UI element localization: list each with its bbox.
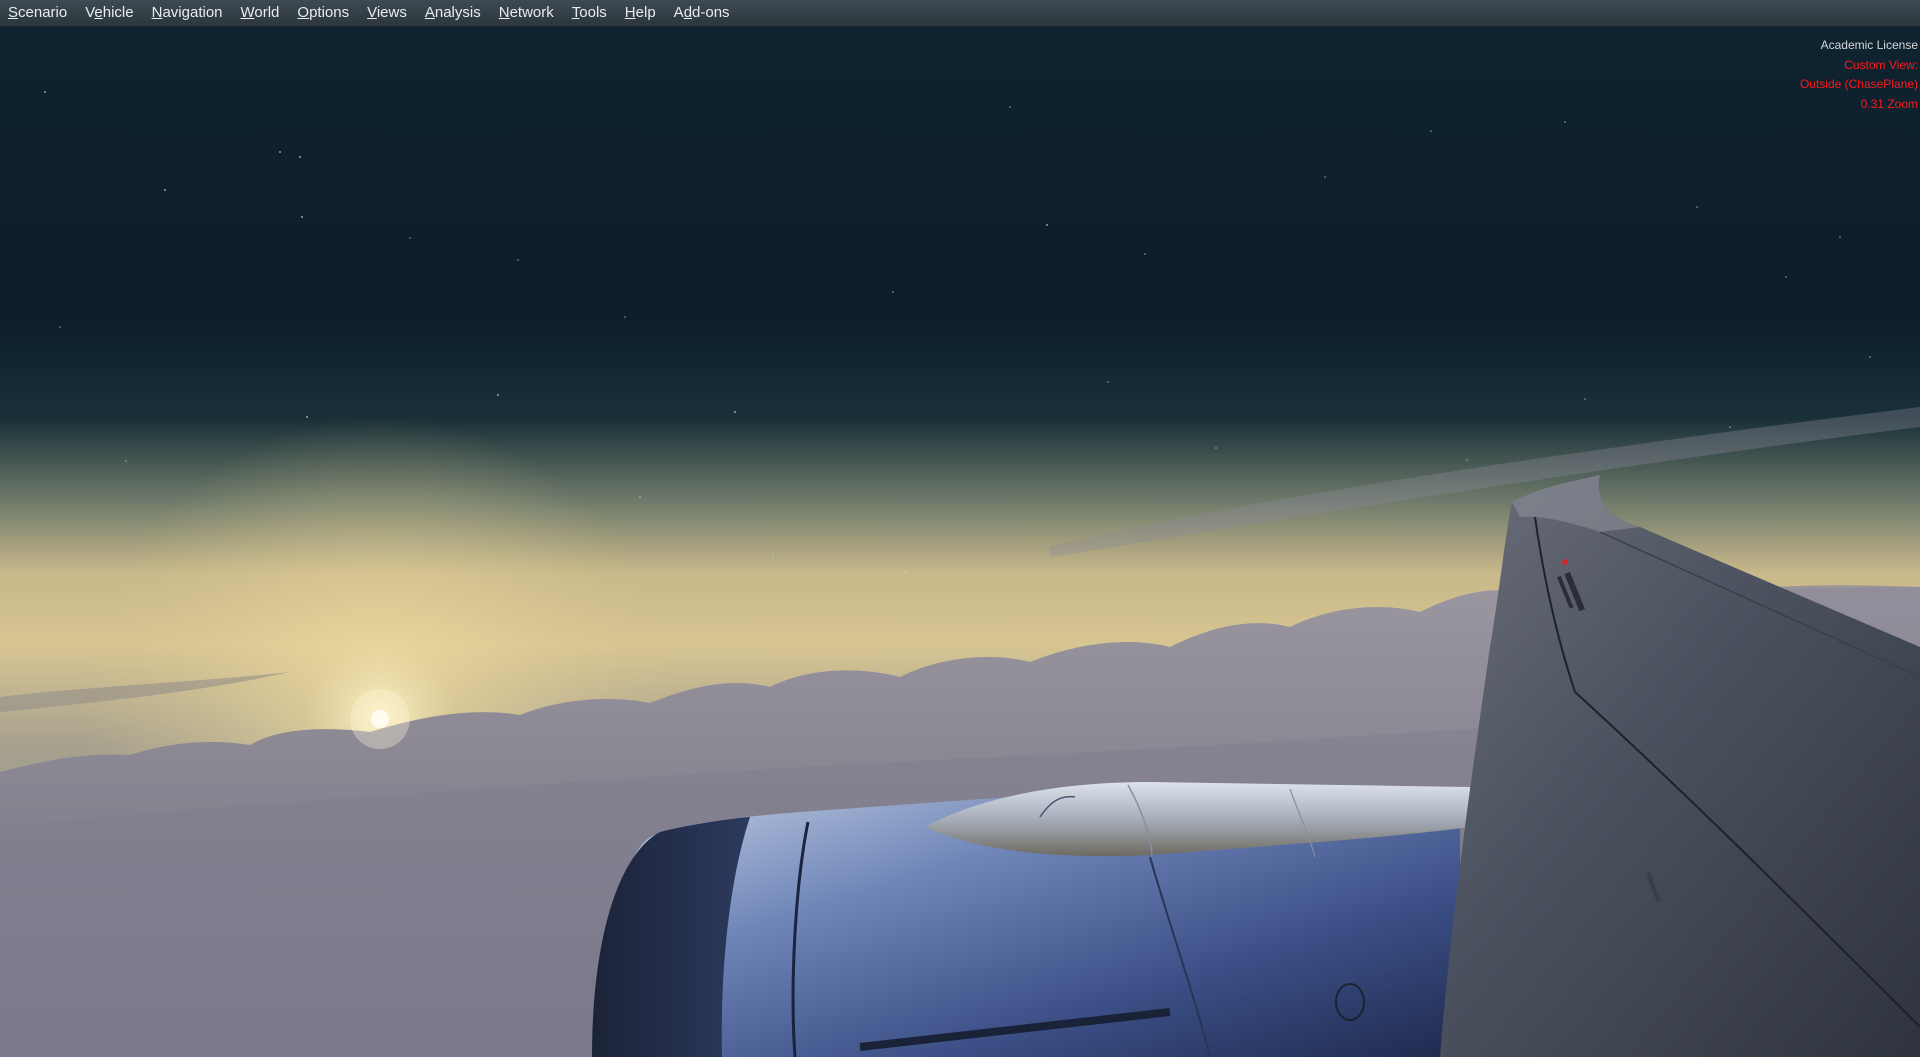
view-name-label: Outside (ChasePlane): [1799, 77, 1918, 91]
zoom-label: 0.31 Zoom: [1860, 96, 1918, 111]
simulator-window: Scenario Vehicle Navigation World Option…: [0, 0, 1920, 1057]
menu-bar: Scenario Vehicle Navigation World Option…: [0, 0, 1920, 27]
menu-help[interactable]: Help: [617, 0, 666, 26]
3d-viewport[interactable]: [0, 27, 1920, 1057]
menu-add-ons[interactable]: Add-ons: [666, 0, 740, 26]
menu-tools[interactable]: Tools: [564, 0, 617, 26]
menu-navigation[interactable]: Navigation: [144, 0, 233, 26]
menu-vehicle[interactable]: Vehicle: [77, 0, 143, 26]
menu-world[interactable]: World: [233, 0, 290, 26]
menu-network[interactable]: Network: [491, 0, 564, 26]
menu-views[interactable]: Views: [359, 0, 417, 26]
menu-scenario[interactable]: Scenario: [0, 0, 77, 26]
view-type-label: Custom View:: [1844, 57, 1918, 72]
view-info-overlay: Academic License Custom View: Outside (C…: [1800, 36, 1918, 114]
scene-render: [0, 27, 1920, 1057]
menu-analysis[interactable]: Analysis: [417, 0, 491, 26]
license-label: Academic License: [1820, 38, 1918, 52]
menu-options[interactable]: Options: [289, 0, 359, 26]
